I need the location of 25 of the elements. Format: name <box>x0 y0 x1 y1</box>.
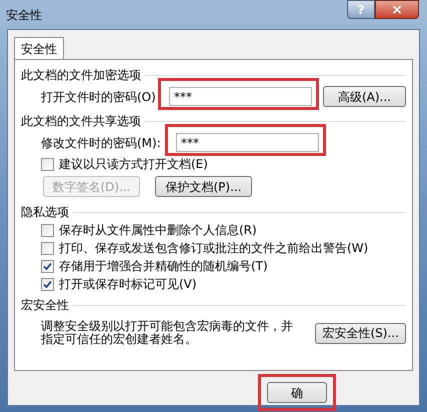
section-heading: 隐私选项 <box>21 204 69 221</box>
section-heading: 此文档的文件共享选项 <box>21 113 141 130</box>
section-heading: 此文档的文件加密选项 <box>21 67 141 84</box>
checkbox-label: 打开或保存时标记可见(V) <box>59 276 197 293</box>
checkbox-label: 打印、保存或发送包含修订或批注的文件之前给出警告(W) <box>59 240 368 257</box>
checkbox-label: 保存时从文件属性中删除个人信息(R) <box>59 222 257 239</box>
section-heading: 宏安全性 <box>21 297 69 314</box>
password-field[interactable]: *** <box>169 87 312 106</box>
dialog-button[interactable]: 宏安全性(S)... <box>315 322 406 344</box>
tab[interactable]: 安全性 <box>14 37 64 59</box>
checkbox[interactable] <box>41 224 54 236</box>
window-title: 安全性 <box>6 6 42 24</box>
dialog-button[interactable]: 高级(A)... <box>323 86 406 107</box>
description-text: 调整安全级别以打开可能包含宏病毒的文件，并指定可信任的宏创建者姓名。 <box>41 320 294 346</box>
password-field[interactable]: *** <box>176 133 319 152</box>
field-label: 修改文件时的密码(M): <box>41 134 162 152</box>
checkbox[interactable] <box>41 260 54 272</box>
checkbox-label: 存储用于增强合并精确性的随机编号(T) <box>59 258 268 275</box>
checkbox[interactable] <box>41 278 54 290</box>
checkbox[interactable] <box>41 158 54 170</box>
field-label: 打开文件时的密码(O) <box>41 88 157 106</box>
checkbox[interactable] <box>41 242 54 254</box>
dialog-button[interactable]: 确 <box>267 382 327 403</box>
checkbox-label: 建议以只读方式打开文档(E) <box>59 156 208 173</box>
dialog-button[interactable]: 保护文档(P)... <box>155 176 252 197</box>
